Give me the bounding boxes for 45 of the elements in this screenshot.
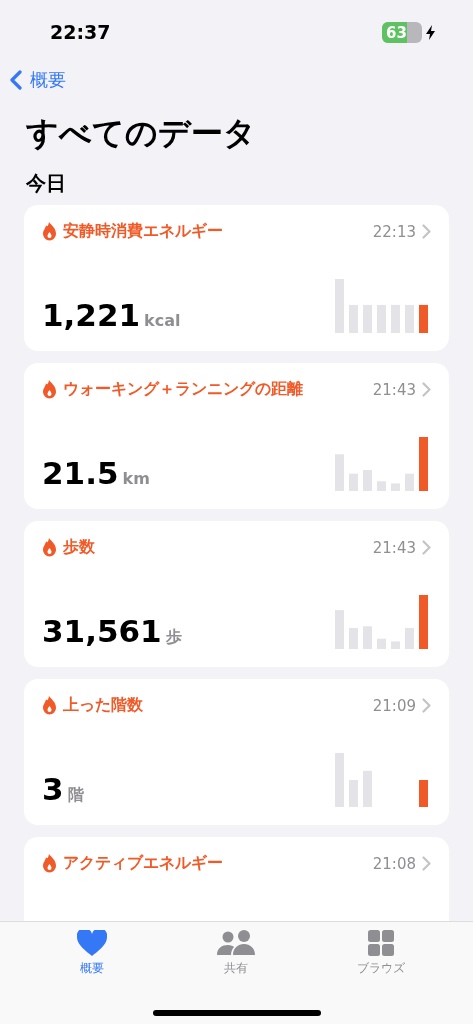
flame-icon (42, 854, 57, 874)
back-chevron-icon (10, 69, 22, 91)
metric-card[interactable]: ウォーキング＋ランニングの距離 21:43 21.5 km (24, 363, 449, 510)
metric-time: 21:43 (372, 380, 416, 399)
metric-time: 21:08 (372, 854, 416, 873)
metric-title: 安静時消費エネルギー (63, 221, 224, 243)
metric-title: 歩数 (63, 537, 96, 559)
metric-card[interactable]: 歩数 21:43 31,561 歩 (24, 521, 449, 668)
metric-card[interactable]: 安静時消費エネルギー 22:13 1,221 kcal (24, 205, 449, 352)
flame-icon (42, 222, 57, 242)
metric-time: 21:43 (372, 538, 416, 557)
status-time: 22:37 (50, 21, 111, 43)
metric-card[interactable]: アクティブエネルギー 21:08 (24, 837, 449, 921)
metric-title: アクティブエネルギー (63, 853, 224, 875)
chevron-icon (422, 224, 431, 240)
metric-value: 21.5 (42, 455, 119, 492)
metric-value: 1,221 (42, 297, 141, 334)
tab-item[interactable]: 共有 (191, 930, 282, 977)
metric-title: 上った階数 (63, 695, 144, 717)
tab-item[interactable]: 概要 (47, 930, 138, 977)
section-heading: 今日 (26, 170, 67, 198)
metric-card[interactable]: 上った階数 21:09 3 階 (24, 679, 449, 826)
metric-value: 31,561 (42, 613, 162, 650)
metric-unit: 歩 (165, 627, 182, 649)
metric-value: 3 (42, 771, 64, 808)
back-button[interactable]: 概要 (10, 68, 66, 92)
metric-unit: kcal (144, 311, 181, 331)
metric-unit: km (122, 469, 150, 489)
chevron-icon (422, 856, 431, 872)
tab-item[interactable]: ブラウズ (335, 930, 426, 977)
metric-time: 22:13 (372, 222, 416, 241)
metric-title: ウォーキング＋ランニングの距離 (63, 379, 304, 401)
chevron-icon (422, 540, 431, 556)
flame-icon (42, 380, 57, 400)
flame-icon (42, 696, 57, 716)
page-title: すべてのデータ (26, 114, 257, 153)
metric-time: 21:09 (372, 696, 416, 715)
chevron-icon (422, 698, 431, 714)
heart-icon (77, 930, 108, 956)
grid-icon (367, 930, 394, 956)
people-icon (217, 930, 256, 956)
metric-unit: 階 (67, 785, 84, 807)
battery-indicator: 63 (382, 21, 422, 43)
flame-icon (42, 538, 57, 558)
chevron-icon (422, 382, 431, 398)
